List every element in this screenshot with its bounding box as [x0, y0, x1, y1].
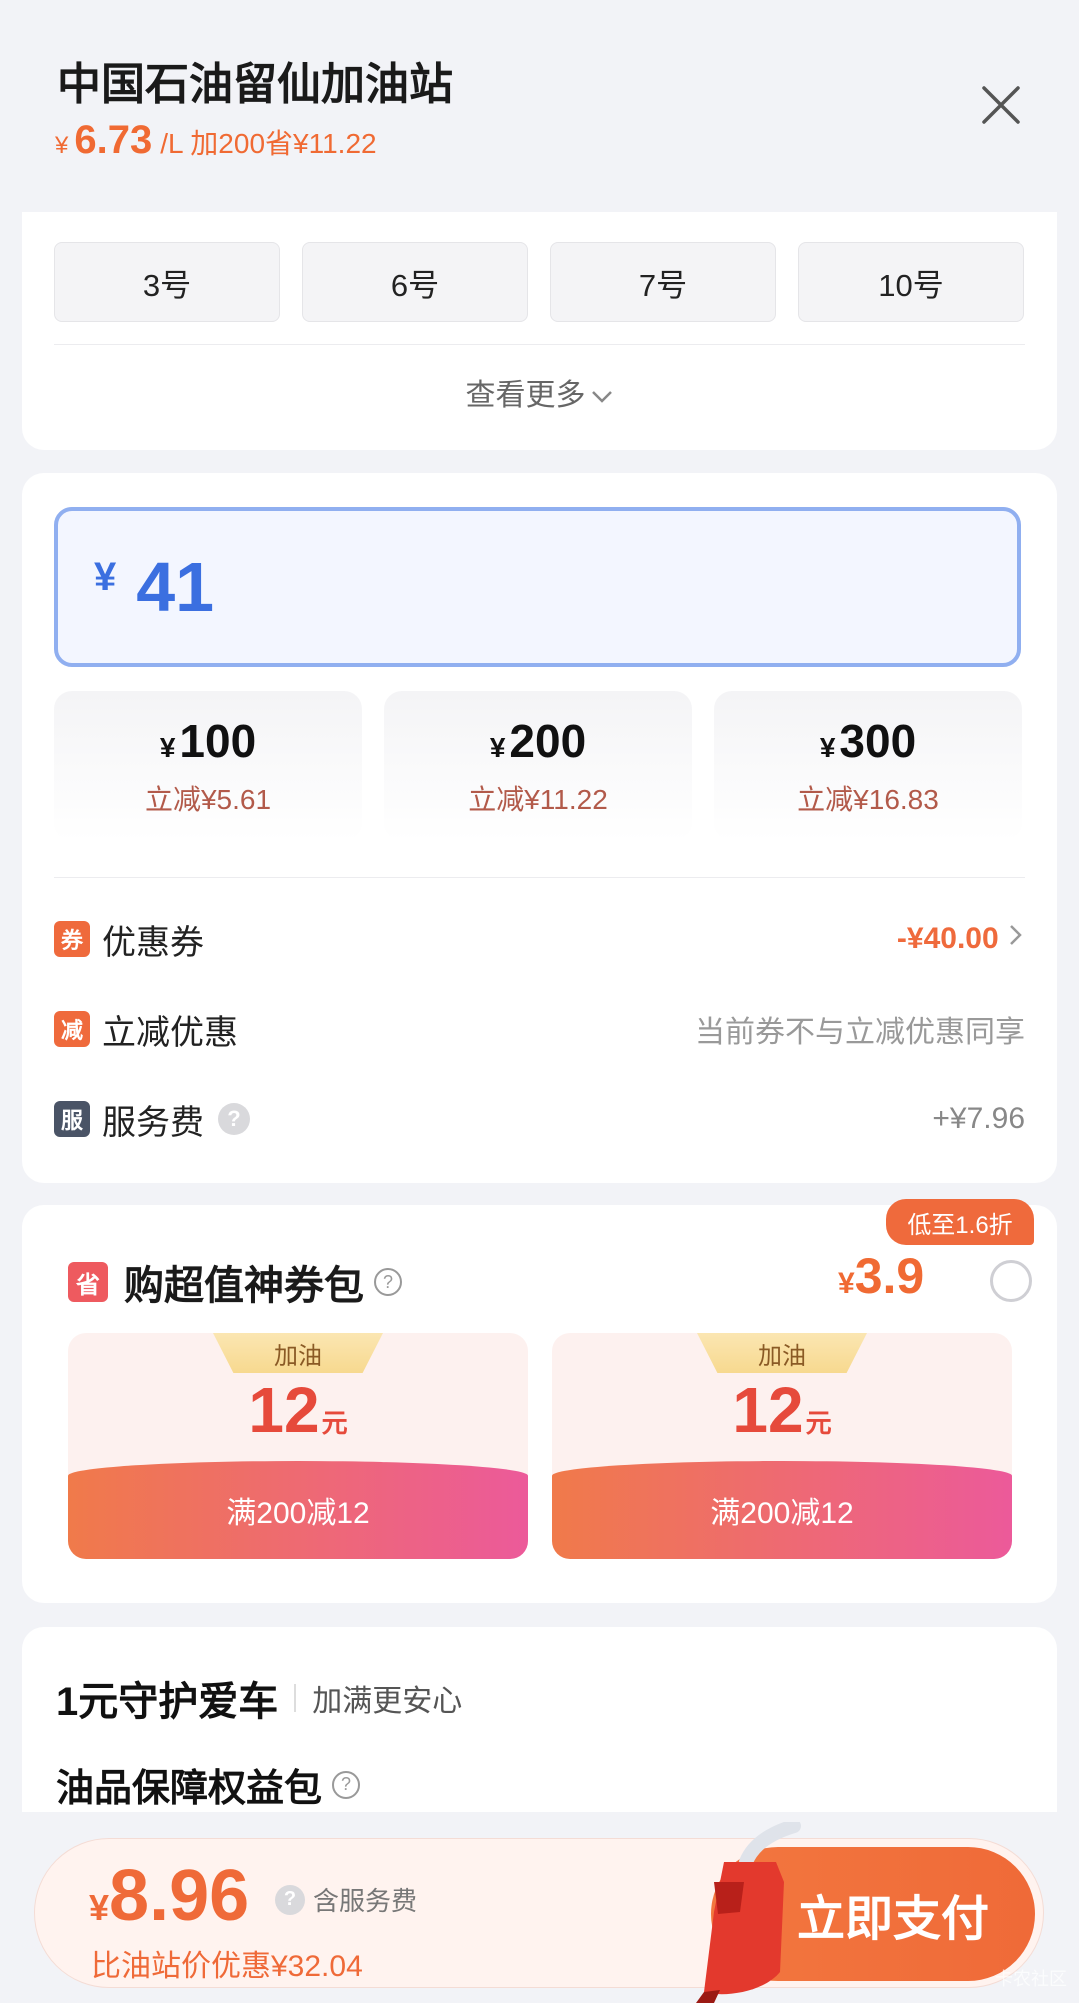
- service-fee-tag: 服: [54, 1101, 90, 1137]
- divider: [54, 344, 1025, 345]
- preset-value: 100: [179, 715, 257, 767]
- pack-price-value: 3.9: [854, 1248, 925, 1304]
- preset-discount: 立减¥11.22: [468, 784, 608, 815]
- coupon-value: -¥40.00: [897, 922, 1025, 956]
- price-line: ¥ 6.73 /L 加200省¥11.22: [55, 118, 377, 163]
- header-sheet: 中国石油留仙加油站 ¥ 6.73 /L 加200省¥11.22: [0, 0, 1079, 210]
- voucher-amount-value: 12: [732, 1374, 804, 1446]
- voucher-condition: 满200减12: [68, 1461, 528, 1559]
- gun-option[interactable]: 6号: [302, 242, 528, 322]
- preset-amounts: ¥100 立减¥5.61 ¥200 立减¥11.22 ¥300 立减¥16.83: [54, 691, 1022, 841]
- preset-discount: 立减¥16.83: [797, 784, 939, 815]
- pay-price: ¥8.96: [89, 1855, 249, 1937]
- station-name: 中国石油留仙加油站: [57, 60, 453, 109]
- see-more-label: 查看更多: [465, 379, 586, 412]
- preset-amount: ¥100: [160, 714, 256, 768]
- coupon-amount: -¥40.00: [896, 922, 999, 955]
- guard-package-row: 油品保障权益包 ?: [56, 1757, 361, 1812]
- preset-amount-button[interactable]: ¥100 立减¥5.61: [54, 691, 362, 841]
- coupon-tag: 券: [54, 921, 90, 957]
- separator: [294, 1684, 297, 1712]
- gun-list: 3号 6号 7号 10号: [54, 242, 1024, 322]
- pack-title: 购超值神券包: [124, 1264, 364, 1308]
- pay-bar: ¥8.96 ? 含服务费 比油站价优惠¥32.04 立即支付: [0, 1812, 1079, 2003]
- save-tag: 省: [68, 1262, 108, 1302]
- help-icon[interactable]: ?: [275, 1884, 305, 1915]
- pack-price: ¥3.9: [838, 1247, 924, 1305]
- help-icon[interactable]: ?: [374, 1268, 402, 1296]
- voucher-amount-value: 12: [248, 1374, 320, 1446]
- preset-currency: ¥: [159, 732, 176, 763]
- instant-discount-label: 立减优惠: [102, 1013, 238, 1052]
- help-icon[interactable]: ?: [332, 1770, 361, 1799]
- pay-fee-note: ? 含服务费: [275, 1881, 417, 1918]
- guard-title-row: 1元守护爱车 加满更安心: [56, 1669, 462, 1727]
- voucher-amount: 12元: [68, 1373, 528, 1447]
- preset-amount-button[interactable]: ¥300 立减¥16.83: [714, 691, 1022, 841]
- pay-price-value: 8.96: [109, 1856, 250, 1936]
- gun-selector-card: 3号 6号 7号 10号 查看更多: [22, 212, 1057, 450]
- coupon-pack-card: 低至1.6折 省 购超值神券包 ? ¥3.9 加油 12元 满200减12 加油…: [22, 1199, 1057, 1603]
- unit-promo: /L 加200省¥11.22: [160, 128, 377, 159]
- coupon-label: 优惠券: [102, 923, 204, 962]
- see-more-button[interactable]: 查看更多: [22, 370, 1057, 414]
- voucher-category: 加油: [697, 1333, 867, 1373]
- amount-card: ¥ 41 ¥100 立减¥5.61 ¥200 立减¥11.22 ¥300 立减¥…: [22, 473, 1057, 1183]
- gun-option[interactable]: 7号: [550, 242, 776, 322]
- preset-value: 300: [839, 715, 917, 767]
- amount-value: 41: [136, 548, 215, 626]
- preset-value: 200: [509, 715, 587, 767]
- voucher-condition: 满200减12: [552, 1461, 1012, 1559]
- discount-badge: 低至1.6折: [886, 1199, 1034, 1245]
- amount-currency: ¥: [94, 554, 117, 599]
- divider: [54, 877, 1025, 878]
- preset-discount: 立减¥5.61: [144, 784, 272, 815]
- voucher-list: 加油 12元 满200减12 加油 12元 满200减12: [68, 1333, 1012, 1559]
- pay-currency: ¥: [89, 1887, 110, 1928]
- instant-discount-note: 当前券不与立减优惠同享: [695, 1016, 1025, 1049]
- price-currency: ¥: [55, 132, 69, 159]
- preset-amount: ¥200: [490, 714, 586, 768]
- service-fee-value: +¥7.96: [932, 1102, 1025, 1135]
- watermark: 卡农社区: [995, 1969, 1067, 1989]
- preset-amount: ¥300: [820, 714, 916, 768]
- voucher-unit: 元: [321, 1408, 348, 1438]
- guard-subtitle: 加满更安心: [312, 1685, 463, 1718]
- gun-option[interactable]: 3号: [54, 242, 280, 322]
- guard-title: 1元守护爱车: [56, 1680, 279, 1724]
- gun-option[interactable]: 10号: [798, 242, 1024, 322]
- pack-title-row: 省 购超值神券包 ?: [68, 1253, 402, 1311]
- pack-currency: ¥: [838, 1267, 855, 1300]
- preset-currency: ¥: [819, 732, 836, 763]
- instant-discount-row: 减 立减优惠 当前券不与立减优惠同享: [54, 999, 1025, 1059]
- voucher-card[interactable]: 加油 12元 满200减12: [68, 1333, 528, 1559]
- voucher-category: 加油: [213, 1333, 383, 1373]
- service-fee-row: 服 服务费 ? +¥7.96: [54, 1089, 1025, 1149]
- preset-amount-button[interactable]: ¥200 立减¥11.22: [384, 691, 692, 841]
- coupon-row[interactable]: 券 优惠券 -¥40.00: [54, 909, 1025, 969]
- fuel-nozzle-icon: [696, 1822, 801, 2003]
- close-icon[interactable]: [978, 82, 1024, 128]
- pay-bar-inner: ¥8.96 ? 含服务费 比油站价优惠¥32.04 立即支付: [34, 1838, 1044, 1988]
- chevron-right-icon: [1010, 925, 1022, 945]
- voucher-unit: 元: [805, 1408, 832, 1438]
- guard-package-title: 油品保障权益包: [56, 1768, 323, 1810]
- help-icon[interactable]: ?: [218, 1103, 250, 1135]
- pack-checkbox[interactable]: [990, 1260, 1032, 1302]
- pay-saving: 比油站价优惠¥32.04: [91, 1950, 363, 1983]
- fee-note: 含服务费: [313, 1886, 418, 1916]
- chevron-down-icon: [591, 391, 612, 403]
- service-fee-label: 服务费: [102, 1103, 204, 1142]
- unit-price: 6.73: [74, 118, 153, 162]
- voucher-amount: 12元: [552, 1373, 1012, 1447]
- voucher-card[interactable]: 加油 12元 满200减12: [552, 1333, 1012, 1559]
- instant-discount-tag: 减: [54, 1011, 90, 1047]
- preset-currency: ¥: [489, 732, 506, 763]
- amount-input[interactable]: ¥ 41: [54, 507, 1021, 667]
